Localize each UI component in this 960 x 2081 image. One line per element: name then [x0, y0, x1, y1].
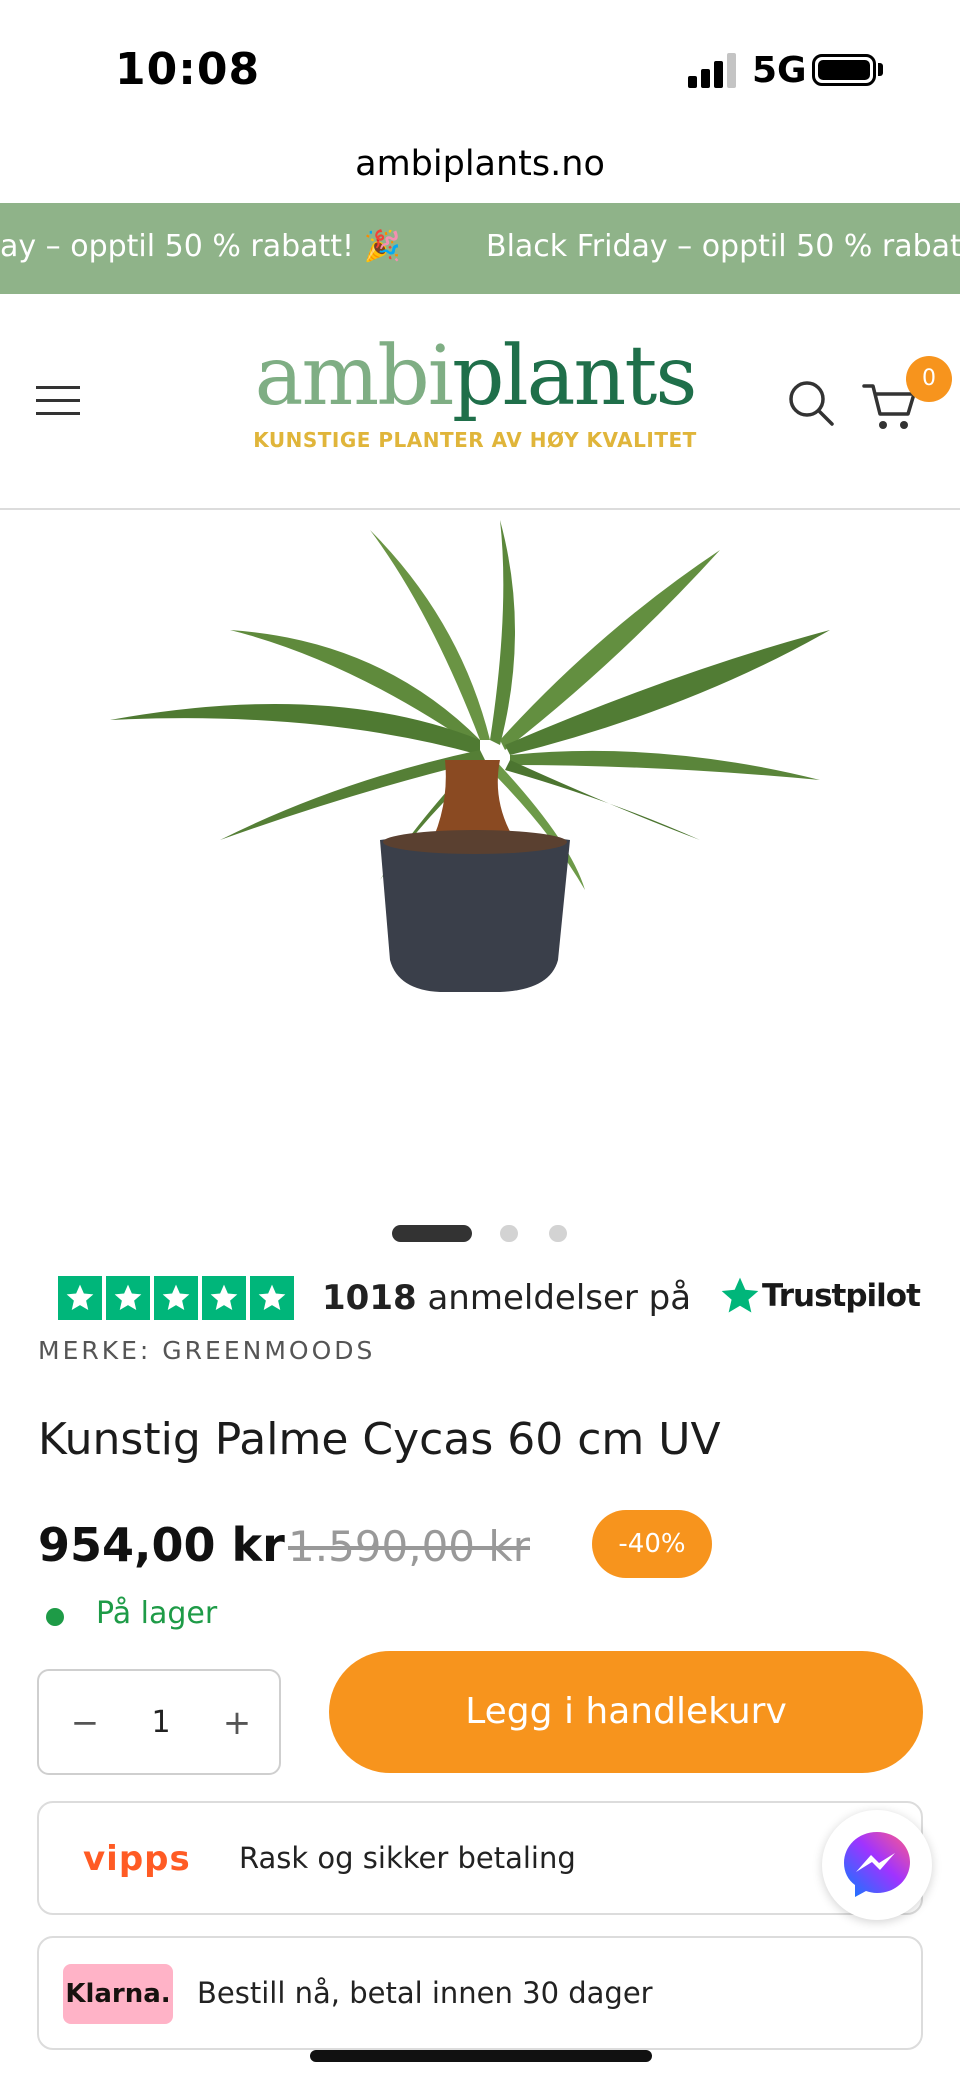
trustpilot-logo: Trustpilot: [718, 1274, 921, 1318]
site-logo[interactable]: ambiplants KUNSTIGE PLANTER AV HØY KVALI…: [250, 329, 700, 453]
product-title: Kunstig Palme Cycas 60 cm UV: [38, 1414, 721, 1465]
quantity-decrease-button[interactable]: −: [65, 1703, 105, 1743]
klarna-text: Bestill nå, betal innen 30 dager: [197, 1976, 653, 2010]
klarna-payment-info: Klarna. Bestill nå, betal innen 30 dager: [37, 1936, 923, 2050]
quantity-increase-button[interactable]: +: [217, 1703, 257, 1743]
status-bar: 10:08 5G: [0, 0, 960, 130]
promo-banner[interactable]: ay – opptil 50 % rabatt! 🎉 Black Friday …: [0, 203, 960, 294]
discount-badge: -40%: [592, 1510, 712, 1578]
product-image[interactable]: [80, 510, 880, 1070]
star-icon: [250, 1276, 294, 1320]
carousel-dot[interactable]: [549, 1225, 567, 1242]
network-label: 5G: [752, 50, 807, 91]
review-count-label: anmeldelser på: [416, 1278, 692, 1318]
stock-indicator-dot: [46, 1608, 64, 1626]
signal-icon: [688, 52, 740, 88]
home-indicator: [310, 2050, 652, 2062]
product-brand: MERKE: GREENMOODS: [38, 1336, 376, 1365]
promo-text: ay – opptil 50 % rabatt! 🎉: [0, 229, 401, 264]
trustpilot-rating-stars: [58, 1276, 294, 1320]
plant-pot: [380, 832, 570, 992]
status-time: 10:08: [115, 44, 261, 95]
battery-icon: [812, 54, 876, 86]
url-bar[interactable]: ambiplants.no: [0, 130, 960, 202]
star-icon: [202, 1276, 246, 1320]
klarna-logo: Klarna.: [63, 1964, 173, 2024]
sale-price: 954,00 kr: [38, 1518, 285, 1572]
review-count-number: 1018: [322, 1278, 417, 1318]
quantity-input[interactable]: 1: [131, 1703, 191, 1743]
stock-text: På lager: [96, 1596, 218, 1631]
review-count: 1018 anmeldelser på: [322, 1278, 691, 1318]
pot-soil: [383, 830, 567, 854]
promo-text: Black Friday – opptil 50 % rabatt: [486, 229, 960, 264]
carousel-dots: [0, 1222, 960, 1246]
price-row: 954,00 kr 1.590,00 kr -40%: [38, 1510, 918, 1582]
original-price: 1.590,00 kr: [288, 1522, 530, 1571]
logo-text-ambi: ambi: [254, 329, 454, 424]
cart-count-badge: 0: [906, 356, 952, 402]
carousel-dot[interactable]: [500, 1225, 518, 1242]
quantity-stepper: − 1 +: [37, 1669, 281, 1775]
vipps-logo: vipps: [83, 1839, 191, 1879]
add-to-cart-button[interactable]: Legg i handlekurv: [329, 1651, 923, 1773]
messenger-chat-button[interactable]: [822, 1810, 932, 1920]
star-icon: [58, 1276, 102, 1320]
star-icon: [154, 1276, 198, 1320]
battery-tip: [878, 63, 883, 76]
carousel-dot-active[interactable]: [392, 1225, 472, 1242]
vipps-text: Rask og sikker betaling: [239, 1841, 576, 1875]
logo-text-plants: plants: [451, 329, 697, 424]
messenger-icon: [844, 1832, 910, 1897]
trustpilot-brand: Trustpilot: [762, 1278, 921, 1314]
url-text: ambiplants.no: [355, 144, 605, 184]
trustpilot-widget[interactable]: 1018 anmeldelser på Trustpilot: [58, 1274, 921, 1324]
trustpilot-star-icon: [721, 1277, 759, 1313]
hamburger-menu-icon[interactable]: [36, 386, 80, 416]
search-icon[interactable]: [786, 378, 836, 428]
site-header: ambiplants KUNSTIGE PLANTER AV HØY KVALI…: [0, 294, 960, 510]
star-icon: [106, 1276, 150, 1320]
logo-tagline: KUNSTIGE PLANTER AV HØY KVALITET: [253, 428, 697, 452]
vipps-payment-info: vipps Rask og sikker betaling: [37, 1801, 923, 1915]
